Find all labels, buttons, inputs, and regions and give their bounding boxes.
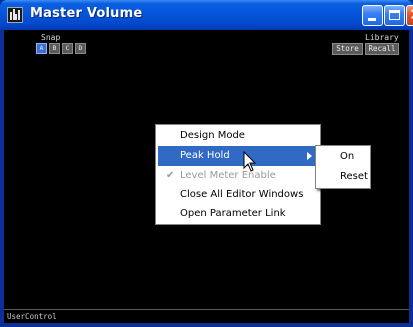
submenu-item-label: Reset xyxy=(340,171,368,182)
minimize-icon xyxy=(368,18,376,21)
menu-item-close-all-editor-windows[interactable]: Close All Editor Windows xyxy=(158,185,318,205)
minimize-button[interactable] xyxy=(362,5,383,26)
checkmark-icon: ✔ xyxy=(166,170,175,181)
menu-item-level-meter-enable[interactable]: ✔ Level Meter Enable xyxy=(158,166,318,186)
status-bar: UserControl xyxy=(4,309,409,323)
menu-item-label: Close All Editor Windows xyxy=(180,189,304,200)
mouse-pointer-icon xyxy=(243,151,257,172)
maximize-icon xyxy=(389,10,400,20)
menu-item-label: Level Meter Enable xyxy=(180,170,276,181)
menu-item-label: Open Parameter Link xyxy=(180,208,286,219)
snap-button-a[interactable]: A xyxy=(36,43,47,54)
store-button[interactable]: Store xyxy=(332,43,363,55)
submenu-item-reset[interactable]: Reset xyxy=(318,167,368,187)
library-label: Library xyxy=(365,33,399,42)
peak-hold-submenu: On Reset xyxy=(315,145,371,189)
meter-app-icon xyxy=(7,7,23,23)
maximize-button[interactable] xyxy=(384,5,405,26)
title-bar[interactable]: Master Volume ✕ xyxy=(0,0,413,30)
recall-button[interactable]: Recall xyxy=(365,43,399,55)
snap-button-c[interactable]: C xyxy=(62,43,73,54)
menu-item-label: Design Mode xyxy=(180,130,245,141)
menu-item-peak-hold[interactable]: Peak Hold xyxy=(158,146,318,166)
menu-item-label: Peak Hold xyxy=(180,150,230,161)
status-text: UserControl xyxy=(7,312,57,321)
snap-button-d[interactable]: D xyxy=(75,43,86,54)
snap-button-b[interactable]: B xyxy=(49,43,60,54)
menu-item-open-parameter-link[interactable]: Open Parameter Link xyxy=(158,204,318,224)
snap-label: Snap xyxy=(41,33,61,42)
close-button[interactable]: ✕ xyxy=(406,5,413,26)
close-icon: ✕ xyxy=(409,5,413,25)
window-title: Master Volume xyxy=(30,6,143,21)
context-menu: Design Mode Peak Hold ✔ Level Meter Enab… xyxy=(155,124,321,225)
submenu-item-label: On xyxy=(340,151,355,162)
submenu-arrow-icon xyxy=(307,152,312,160)
submenu-item-on[interactable]: On xyxy=(318,147,368,167)
master-volume-window: Master Volume ✕ Snap A B C D Library Sto… xyxy=(0,0,413,327)
menu-item-design-mode[interactable]: Design Mode xyxy=(158,126,318,146)
